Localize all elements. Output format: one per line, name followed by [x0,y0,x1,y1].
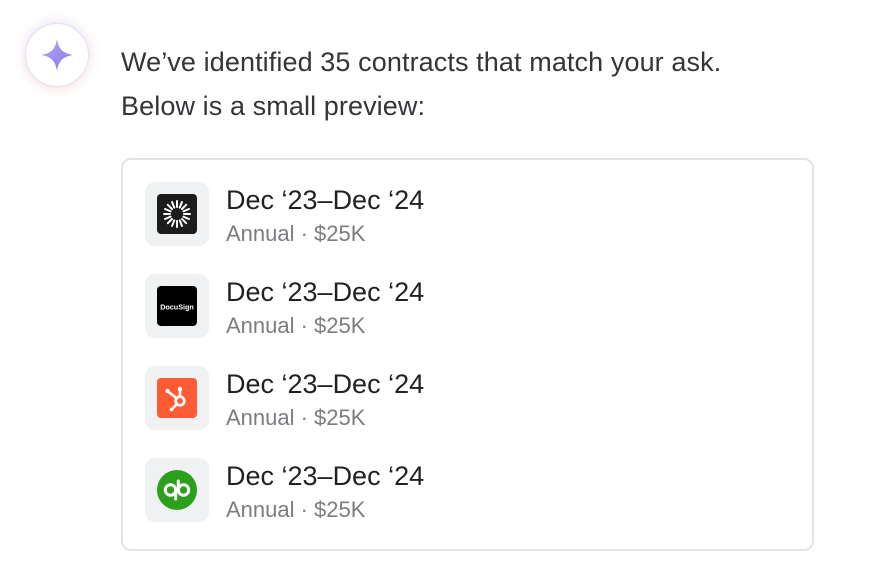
contract-logo-tile: DocuSign [145,274,209,338]
contract-row[interactable]: Dec ‘23–Dec ‘24 Annual · $25K [145,458,745,524]
assistant-avatar [26,24,88,86]
docusign-logo-icon: DocuSign [157,286,197,326]
contract-logo-tile [145,458,209,522]
contracts-preview-card: Dec ‘23–Dec ‘24 Annual · $25K DocuSign D… [121,158,814,551]
quickbooks-logo-icon [157,470,197,510]
message-line-1: We’ve identified 35 contracts that match… [121,47,722,77]
assistant-message: We’ve identified 35 contracts that match… [121,40,861,128]
sparkle-icon [41,39,73,71]
contract-row[interactable]: DocuSign Dec ‘23–Dec ‘24 Annual · $25K [145,274,745,340]
sunburst-logo-icon [157,194,197,234]
hubspot-logo-icon [157,378,197,418]
message-line-2: Below is a small preview: [121,91,426,121]
contract-period: Dec ‘23–Dec ‘24 [226,185,425,215]
contract-period: Dec ‘23–Dec ‘24 [226,461,425,491]
contract-period: Dec ‘23–Dec ‘24 [226,277,425,307]
contract-row[interactable]: Dec ‘23–Dec ‘24 Annual · $25K [145,182,745,248]
contract-row[interactable]: Dec ‘23–Dec ‘24 Annual · $25K [145,366,745,432]
chat-message: We’ve identified 35 contracts that match… [0,0,896,562]
contract-details: Annual · $25K [226,221,366,246]
contract-details: Annual · $25K [226,405,366,430]
contract-logo-tile [145,366,209,430]
docusign-logo-text: DocuSign [160,303,194,312]
contract-period: Dec ‘23–Dec ‘24 [226,369,425,399]
contract-details: Annual · $25K [226,313,366,338]
contract-logo-tile [145,182,209,246]
contract-details: Annual · $25K [226,497,366,522]
